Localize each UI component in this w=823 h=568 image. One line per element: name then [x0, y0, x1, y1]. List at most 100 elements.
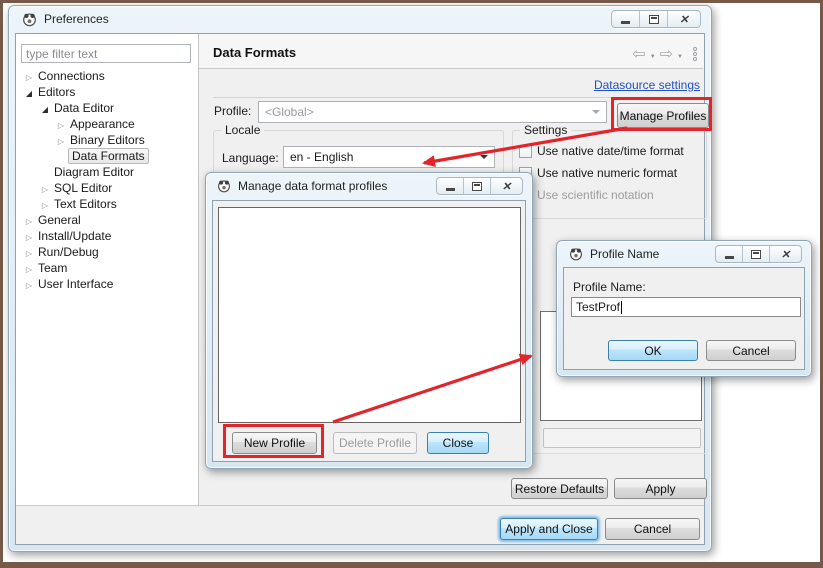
tree-collapse-icon[interactable] — [22, 229, 36, 243]
maximize-button[interactable] — [640, 11, 668, 27]
sidebar-item-label: Text Editors — [52, 197, 119, 211]
sidebar-item-sql-editor[interactable]: SQL Editor — [16, 180, 197, 196]
tree-expand-icon[interactable] — [38, 101, 52, 115]
nav-back-icon[interactable] — [632, 44, 645, 64]
tree-collapse-icon[interactable] — [22, 245, 36, 259]
sidebar-item-label: Connections — [36, 69, 107, 83]
profiles-list[interactable] — [218, 207, 521, 423]
checkbox-label: Use native date/time format — [537, 144, 684, 158]
sidebar-item-label: Data Editor — [52, 101, 116, 115]
disabled-field-fragment — [543, 428, 701, 448]
sidebar: Connections Editors Data Editor Appearan… — [16, 34, 199, 506]
restore-defaults-button[interactable]: Restore Defaults — [511, 478, 608, 499]
tree-collapse-icon[interactable] — [22, 213, 36, 227]
dialog-title: Profile Name — [590, 247, 659, 261]
ok-button[interactable]: OK — [608, 340, 698, 361]
sidebar-item-user-interface[interactable]: User Interface — [16, 276, 197, 292]
sidebar-item-appearance[interactable]: Appearance — [16, 116, 197, 132]
sidebar-item-team[interactable]: Team — [16, 260, 197, 276]
checkbox-native-datetime[interactable]: Use native date/time format — [519, 144, 684, 158]
manage-dialog-titlebar[interactable]: Manage data format profiles — [206, 173, 532, 200]
sidebar-item-data-editor[interactable]: Data Editor — [16, 100, 197, 116]
tree-collapse-icon[interactable] — [54, 133, 68, 147]
profile-name-value: TestProf — [576, 300, 620, 314]
app-icon — [22, 12, 37, 27]
apply-and-close-button[interactable]: Apply and Close — [500, 518, 598, 540]
checkbox-icon[interactable] — [519, 145, 532, 158]
manage-dialog-content: New Profile Delete Profile Close — [212, 200, 526, 462]
sidebar-item-label: Diagram Editor — [52, 165, 136, 179]
app-icon — [569, 247, 583, 261]
sidebar-item-text-editors[interactable]: Text Editors — [16, 196, 197, 212]
locale-group-title: Locale — [221, 123, 264, 137]
window-controls — [436, 177, 523, 195]
sidebar-item-data-formats[interactable]: Data Formats — [16, 148, 197, 164]
button-bar-separator — [16, 505, 704, 506]
cancel-button[interactable]: Cancel — [605, 518, 700, 540]
window-controls — [715, 245, 802, 263]
close-button[interactable] — [491, 178, 522, 194]
preferences-titlebar[interactable]: Preferences — [9, 6, 711, 33]
sidebar-item-general[interactable]: General — [16, 212, 197, 228]
datasource-settings-link[interactable]: Datasource settings — [594, 78, 700, 92]
page-nav-toolbar — [632, 45, 697, 63]
nav-forward-icon[interactable] — [660, 44, 673, 64]
link-separator — [213, 97, 701, 98]
tree-collapse-icon[interactable] — [38, 181, 52, 195]
close-button[interactable]: Close — [427, 432, 489, 454]
close-button[interactable] — [668, 11, 700, 27]
text-caret — [621, 301, 622, 314]
tree-collapse-icon[interactable] — [22, 261, 36, 275]
checkbox-native-numeric[interactable]: Use native numeric format — [519, 166, 677, 180]
page-title: Data Formats — [213, 45, 296, 60]
sidebar-item-label: Team — [36, 261, 69, 275]
sidebar-item-diagram-editor[interactable]: Diagram Editor — [16, 164, 197, 180]
window-controls — [611, 10, 701, 28]
profile-name-input[interactable]: TestProf — [571, 297, 801, 317]
language-combo[interactable]: en - English — [283, 146, 495, 168]
cancel-button[interactable]: Cancel — [706, 340, 796, 361]
tree-collapse-icon[interactable] — [22, 69, 36, 83]
minimize-button[interactable] — [612, 11, 640, 27]
sidebar-item-connections[interactable]: Connections — [16, 68, 197, 84]
header-separator — [199, 68, 703, 69]
filter-input[interactable] — [21, 44, 191, 63]
sidebar-item-editors[interactable]: Editors — [16, 84, 197, 100]
nav-forward-menu-icon[interactable] — [677, 47, 683, 61]
maximize-button[interactable] — [464, 178, 491, 194]
delete-profile-button: Delete Profile — [333, 432, 417, 454]
manage-profiles-button[interactable]: Manage Profiles — [617, 103, 709, 128]
minimize-button[interactable] — [716, 246, 743, 262]
profile-combo[interactable]: <Global> — [258, 101, 607, 123]
sidebar-item-label: Run/Debug — [36, 245, 101, 259]
maximize-button[interactable] — [743, 246, 770, 262]
sidebar-item-label: Install/Update — [36, 229, 113, 243]
apply-button[interactable]: Apply — [614, 478, 707, 499]
tree-collapse-icon[interactable] — [54, 117, 68, 131]
screenshot: Preferences Connections Editors Data Edi… — [0, 0, 823, 568]
sidebar-item-label: Binary Editors — [68, 133, 147, 147]
sidebar-item-label: User Interface — [36, 277, 115, 291]
tree-collapse-icon[interactable] — [22, 277, 36, 291]
new-profile-button[interactable]: New Profile — [232, 432, 317, 454]
close-button[interactable] — [770, 246, 801, 262]
menu-dots-icon[interactable] — [693, 47, 697, 61]
sidebar-item-install-update[interactable]: Install/Update — [16, 228, 197, 244]
sidebar-item-binary-editors[interactable]: Binary Editors — [16, 132, 197, 148]
checkbox-scientific-notation: Use scientific notation — [519, 188, 654, 202]
manage-profiles-dialog: Manage data format profiles New Profile … — [205, 172, 533, 469]
profile-label: Profile: — [214, 104, 251, 118]
window-title: Preferences — [44, 12, 109, 26]
checkbox-label: Use native numeric format — [537, 166, 677, 180]
dialog-button-bar: Apply and Close Cancel — [16, 505, 704, 544]
tree-expand-icon[interactable] — [22, 85, 36, 99]
tree-collapse-icon[interactable] — [38, 197, 52, 211]
profile-dialog-titlebar[interactable]: Profile Name — [557, 241, 811, 267]
sidebar-item-run-debug[interactable]: Run/Debug — [16, 244, 197, 260]
settings-group-title: Settings — [520, 123, 571, 137]
sidebar-item-label: SQL Editor — [52, 181, 114, 195]
checkbox-label: Use scientific notation — [537, 188, 654, 202]
nav-back-menu-icon[interactable] — [650, 47, 656, 61]
minimize-button[interactable] — [437, 178, 464, 194]
preferences-tree: Connections Editors Data Editor Appearan… — [16, 68, 197, 292]
